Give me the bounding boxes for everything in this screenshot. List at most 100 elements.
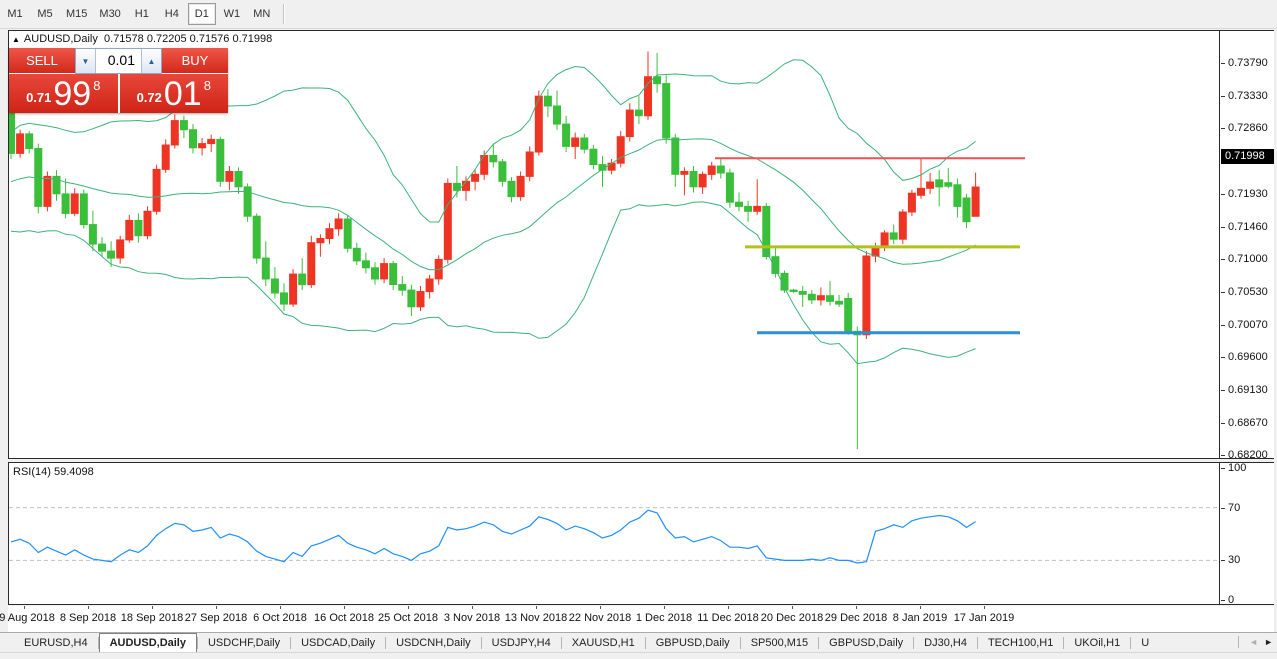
candle — [361, 252, 370, 274]
buy-price-prefix: 0.72 — [136, 90, 162, 105]
price-tick — [1221, 324, 1225, 326]
symbol-arrow-icon[interactable]: ▲ — [12, 35, 20, 44]
date-axis-label: 29 Aug 2018 — [0, 612, 55, 624]
date-axis-label: 29 Dec 2018 — [824, 612, 888, 624]
candle — [88, 210, 97, 252]
chart-tab-xauusd-h1[interactable]: XAUUSD,H1 — [562, 633, 645, 652]
chart-tab-eurusd-h4[interactable]: EURUSD,H4 — [14, 633, 98, 652]
candle — [398, 276, 407, 296]
date-axis-label: 20 Dec 2018 — [760, 612, 824, 624]
timeframe-button-w1[interactable]: W1 — [218, 3, 246, 25]
buy-button[interactable]: BUY — [162, 48, 228, 74]
timeframe-button-m15[interactable]: M15 — [61, 3, 92, 25]
candle — [716, 158, 725, 179]
volume-value[interactable]: 0.01 — [96, 49, 141, 73]
date-axis-label: 8 Sep 2018 — [59, 612, 117, 624]
candle — [525, 146, 534, 182]
candle — [562, 115, 571, 152]
timeframe-button-mn[interactable]: MN — [248, 3, 276, 25]
candle — [107, 241, 116, 268]
chart-ohlc-values: 0.71578 0.72205 0.71576 0.71998 — [104, 33, 273, 45]
chart-tab-sp500-m15[interactable]: SP500,M15 — [741, 633, 818, 652]
candle — [907, 189, 916, 217]
candle — [516, 171, 525, 201]
date-axis-label: 6 Oct 2018 — [253, 612, 307, 624]
sell-button[interactable]: SELL — [9, 48, 75, 74]
price-tick — [1221, 390, 1225, 391]
chart-tab-usdchf-daily[interactable]: USDCHF,Daily — [198, 633, 290, 652]
candle — [207, 134, 216, 152]
price-axis-label: 0.70070 — [1228, 318, 1268, 331]
price-axis-label: 0.69130 — [1228, 384, 1268, 396]
current-price-box: 0.71998 — [1221, 149, 1274, 165]
candle — [798, 286, 807, 307]
rsi-axis: 100 70 30 0 — [1221, 462, 1274, 606]
date-tick — [344, 606, 345, 609]
date-tick — [280, 606, 281, 609]
rsi-panel[interactable]: 100 70 30 0 — [8, 462, 1274, 606]
date-axis-label: 13 Nov 2018 — [504, 612, 568, 624]
candle — [425, 274, 434, 299]
date-tick — [88, 606, 89, 609]
timeframe-button-h4[interactable]: H4 — [158, 3, 186, 25]
candle — [52, 170, 61, 201]
timeframe-button-d1[interactable]: D1 — [187, 3, 216, 25]
date-axis[interactable]: 29 Aug 2018 8 Sep 201818 Sep 201827 Sep 2… — [0, 606, 1274, 632]
candle — [862, 251, 871, 339]
candle — [252, 213, 261, 264]
chart-tab-audusd-daily[interactable]: AUDUSD,Daily — [98, 633, 197, 652]
chart-tab-tech100-h1[interactable]: TECH100,H1 — [978, 633, 1063, 652]
price-tick — [1221, 291, 1225, 293]
tab-scroll-left-icon[interactable]: ◄ — [1249, 637, 1258, 647]
candle — [198, 138, 207, 156]
rsi-axis-label: 30 — [1228, 554, 1241, 567]
chart-tab-usdjpy-h4[interactable]: USDJPY,H4 — [482, 633, 561, 652]
candle — [61, 178, 70, 219]
chart-tab-usdcad-daily[interactable]: USDCAD,Daily — [291, 633, 385, 652]
candle — [816, 287, 825, 306]
candle — [261, 241, 270, 286]
chart-tab-gbpusd-daily[interactable]: GBPUSD,Daily — [819, 633, 913, 652]
volume-increase-button[interactable]: ▲ — [141, 49, 161, 73]
timeframe-button-h1[interactable]: H1 — [128, 3, 156, 25]
chart-tab-ukoil-h1[interactable]: UKOil,H1 — [1064, 633, 1130, 652]
candle — [971, 172, 980, 217]
candle — [853, 326, 862, 450]
candle — [307, 235, 316, 289]
date-axis-label: 17 Jan 2019 — [953, 612, 1015, 624]
price-axis[interactable]: 0.737900.733300.728600.723900.719300.714… — [1221, 31, 1274, 461]
rsi-tick — [1221, 507, 1225, 509]
chart-tab-dj30-h4[interactable]: DJ30,H4 — [914, 633, 977, 652]
candle — [298, 258, 307, 291]
chart-tab-u[interactable]: U — [1131, 633, 1159, 652]
candle — [134, 213, 143, 243]
tab-scroll-right-icon[interactable]: ► — [1264, 637, 1273, 647]
price-tick — [1221, 422, 1225, 424]
timeframe-button-m30[interactable]: M30 — [94, 3, 125, 25]
candle — [280, 283, 288, 312]
chart-tab-gbpusd-daily[interactable]: GBPUSD,Daily — [646, 633, 740, 652]
sell-price-display[interactable]: 0.71 99 8 — [9, 74, 118, 113]
chart-tab-usdcnh-daily[interactable]: USDCNH,Daily — [386, 633, 481, 652]
status-bar — [0, 652, 1277, 659]
toolbar-separator — [282, 4, 285, 24]
date-tick — [600, 606, 601, 609]
date-tick — [792, 606, 793, 609]
timeframe-button-m1[interactable]: M1 — [1, 3, 29, 25]
rsi-plot-area — [9, 463, 1220, 604]
volume-decrease-button[interactable]: ▼ — [76, 49, 96, 73]
timeframe-button-m5[interactable]: M5 — [31, 3, 59, 25]
price-tick — [1221, 63, 1225, 64]
candle — [371, 262, 379, 285]
date-axis-label: 27 Sep 2018 — [184, 612, 248, 624]
candle — [598, 156, 607, 187]
sell-price-prefix: 0.71 — [26, 90, 52, 105]
buy-price-display[interactable]: 0.72 01 8 — [119, 74, 228, 113]
date-tick — [856, 606, 857, 609]
candle — [325, 223, 334, 245]
tab-arrows-separator — [1238, 636, 1240, 648]
candle — [725, 168, 734, 208]
date-tick — [472, 606, 473, 609]
date-tick — [216, 606, 217, 609]
candle — [216, 136, 225, 187]
